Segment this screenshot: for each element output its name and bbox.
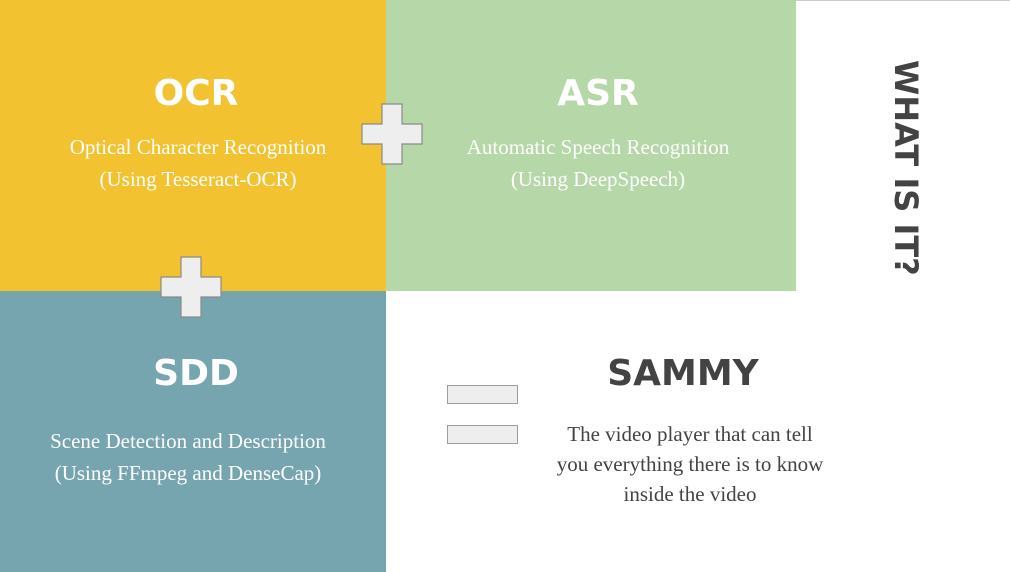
asr-description-line-2: (Using DeepSpeech) [510, 167, 686, 191]
ocr-title: OCR [153, 73, 239, 114]
sdd-description-line-1: Scene Detection and Description [50, 429, 326, 453]
sdd-title: SDD [153, 353, 239, 394]
sammy-description: The video player that can tell you every… [520, 419, 860, 509]
ocr-description: Optical Character Recognition (Using Tes… [0, 131, 396, 195]
slide: OCR Optical Character Recognition (Using… [0, 0, 1010, 572]
sammy-description-line-3: inside the video [623, 482, 757, 506]
sammy-description-line-1: The video player that can tell [567, 422, 813, 446]
equals-icon-bottom-bar [447, 425, 518, 444]
ocr-description-line-2: (Using Tesseract-OCR) [99, 167, 297, 191]
plus-icon [361, 103, 423, 165]
sdd-description: Scene Detection and Description (Using F… [0, 425, 376, 489]
plus-icon [160, 256, 222, 318]
sammy-title: SAMMY [607, 353, 759, 394]
asr-description: Automatic Speech Recognition (Using Deep… [386, 131, 810, 195]
what-is-it-label: WHAT IS IT? [887, 60, 925, 276]
asr-title: ASR [557, 73, 639, 114]
equals-icon-top-bar [447, 385, 518, 404]
asr-description-line-1: Automatic Speech Recognition [466, 135, 730, 159]
ocr-description-line-1: Optical Character Recognition [69, 135, 327, 159]
sammy-description-line-2: you everything there is to know [556, 452, 824, 476]
sdd-description-line-2: (Using FFmpeg and DenseCap) [54, 461, 322, 485]
